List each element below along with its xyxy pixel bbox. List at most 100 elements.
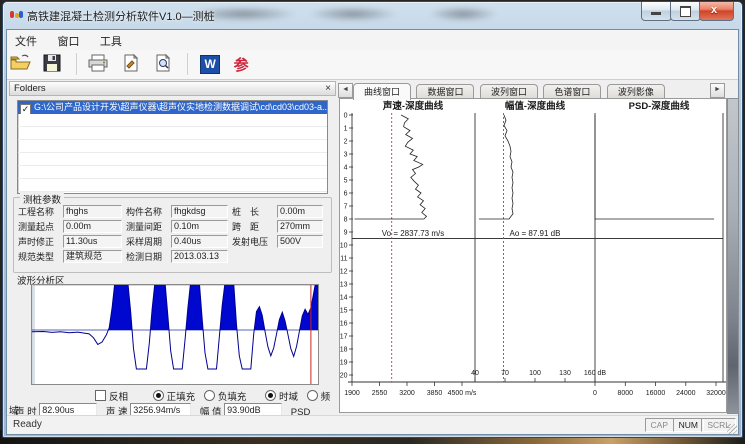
svg-text:17: 17 <box>340 334 348 341</box>
svg-text:4: 4 <box>344 165 348 172</box>
minimize-button[interactable] <box>641 2 672 21</box>
maximize-button[interactable] <box>670 2 701 21</box>
param-value[interactable]: 0.00m <box>63 220 122 233</box>
fill-negative-label: 负填充 <box>218 392 247 403</box>
page-tool-icon <box>119 52 143 74</box>
checked-checkbox-icon[interactable]: ✓ <box>20 104 31 114</box>
menu-tools[interactable]: 工具 <box>92 30 130 49</box>
param-label: 构件名称 <box>126 205 171 218</box>
save-button[interactable] <box>40 52 66 76</box>
folders-listbox[interactable]: ✓G:\公司产品设计开发\超声仪器\超声仪实地检测数据调试\cd\cd03\cd… <box>17 100 328 194</box>
param-label: 声时修正 <box>18 235 63 248</box>
tab-curve-window[interactable]: 曲线窗口 <box>353 83 411 100</box>
svg-text:9: 9 <box>344 230 348 237</box>
vertical-scrollbar[interactable] <box>727 98 739 414</box>
svg-text:24000: 24000 <box>676 390 696 397</box>
save-floppy-icon <box>40 52 64 74</box>
client-area: 文件 窗口 工具 <box>6 29 739 435</box>
waveform-plot[interactable] <box>31 284 319 385</box>
invert-checkbox[interactable]: 反相 <box>95 392 128 403</box>
svg-text:11: 11 <box>340 256 347 263</box>
svg-text:12: 12 <box>340 269 348 276</box>
menu-file[interactable]: 文件 <box>7 30 45 49</box>
svg-text:14: 14 <box>340 295 348 302</box>
left-panel: Folders × ✓G:\公司产品设计开发\超声仪器\超声仪实地检测数据调试\… <box>9 81 336 415</box>
tab-scroll-left-icon[interactable]: ◄ <box>338 83 353 98</box>
param-value[interactable]: 11.30us <box>63 235 122 248</box>
menu-bar: 文件 窗口 工具 <box>7 30 738 51</box>
param-label: 跨 距 <box>232 220 277 233</box>
param-value[interactable]: 0.40us <box>171 235 228 248</box>
svg-text:0: 0 <box>593 390 597 397</box>
invert-label: 反相 <box>109 392 128 403</box>
word-icon: W <box>200 55 220 74</box>
param-value[interactable]: 建筑规范 <box>63 250 122 263</box>
svg-text:声速-深度曲线: 声速-深度曲线 <box>382 100 444 112</box>
app-window: 高铁建混凝土检测分析软件V1.0—测桩 x 文件 窗口 工具 <box>2 1 743 438</box>
empty-list-row <box>18 127 327 140</box>
status-caps-indicator: CAP <box>645 418 674 432</box>
svg-text:0: 0 <box>344 113 348 120</box>
toolbar-separator <box>187 53 188 75</box>
radio-selected-icon <box>153 390 164 401</box>
export-word-button[interactable]: W <box>197 52 223 76</box>
folders-panel-header[interactable]: Folders × <box>9 81 336 96</box>
tab-scroll-right-icon[interactable]: ► <box>710 83 725 98</box>
print-preview-button[interactable] <box>151 52 177 76</box>
svg-text:16000: 16000 <box>646 390 666 397</box>
svg-text:Vo = 2837.73 m/s: Vo = 2837.73 m/s <box>382 229 445 238</box>
depth-curves-canvas[interactable]: 声速-深度曲线幅值-深度曲线PSD-深度曲线012345678910111213… <box>339 98 727 413</box>
app-icon <box>10 9 24 21</box>
svg-text:18: 18 <box>340 347 348 354</box>
tab-strip: 曲线窗口 数据窗口 波列窗口 色谱窗口 波列影像 <box>353 81 666 98</box>
param-label: 采样周期 <box>126 235 171 248</box>
print-setup-button[interactable] <box>119 52 145 76</box>
close-button[interactable]: x <box>699 2 734 21</box>
status-bar: Ready CAP NUM SCRL <box>7 415 738 434</box>
tab-data-window[interactable]: 数据窗口 <box>416 84 474 99</box>
menu-window[interactable]: 窗口 <box>49 30 87 49</box>
param-value[interactable]: fhghs <box>63 205 122 218</box>
window-title: 高铁建混凝土检测分析软件V1.0—测桩 <box>27 8 215 24</box>
radio-selected-icon <box>265 390 276 401</box>
svg-text:2: 2 <box>344 139 348 146</box>
param-label: 规范类型 <box>18 250 63 263</box>
pile-params-groupbox: 测桩参数 工程名称fhghs 构件名称fhgkdsg 桩 长0.00m 测量起点… <box>13 197 332 273</box>
radio-icon <box>204 390 215 401</box>
fill-positive-radio[interactable]: 正填充 <box>153 392 196 403</box>
param-value[interactable]: 0.10m <box>171 220 228 233</box>
empty-list-row <box>18 114 327 127</box>
status-ready-text: Ready <box>13 419 42 430</box>
title-bar[interactable]: 高铁建混凝土检测分析软件V1.0—测桩 x <box>3 2 742 29</box>
svg-text:2550: 2550 <box>372 390 388 397</box>
svg-text:8000: 8000 <box>618 390 634 397</box>
param-char-icon: 参 <box>234 54 249 75</box>
fill-negative-radio[interactable]: 负填充 <box>204 392 247 403</box>
tab-wavetrain-window[interactable]: 波列窗口 <box>480 84 538 99</box>
svg-text:130: 130 <box>559 370 571 377</box>
status-num-indicator: NUM <box>673 418 704 432</box>
open-file-button[interactable] <box>8 52 34 76</box>
param-label: 测量间距 <box>126 220 171 233</box>
param-value[interactable]: 2013.03.13 <box>171 250 228 263</box>
folder-list-item[interactable]: ✓G:\公司产品设计开发\超声仪器\超声仪实地检测数据调试\cd\cd03\cd… <box>18 101 327 114</box>
print-preview-icon <box>151 52 175 74</box>
svg-text:70: 70 <box>501 370 509 377</box>
tab-spectrum-window[interactable]: 色谱窗口 <box>543 84 601 99</box>
svg-text:7: 7 <box>344 204 348 211</box>
folders-close-icon[interactable]: × <box>325 83 331 95</box>
tab-wavetrain-image[interactable]: 波列影像 <box>607 84 665 99</box>
param-value[interactable]: fhgkdsg <box>171 205 228 218</box>
param-label: 检测日期 <box>126 250 171 263</box>
svg-text:3850: 3850 <box>427 390 443 397</box>
param-value[interactable]: 0.00m <box>277 205 323 218</box>
param-value[interactable]: 270mm <box>277 220 323 233</box>
time-domain-radio[interactable]: 时域 <box>265 392 298 403</box>
param-label: 工程名称 <box>18 205 63 218</box>
print-button[interactable] <box>86 52 112 76</box>
parameters-button[interactable]: 参 <box>230 52 256 76</box>
svg-text:3: 3 <box>344 152 348 159</box>
param-value[interactable]: 500V <box>277 235 323 248</box>
resize-grip[interactable] <box>727 424 737 434</box>
radio-icon <box>307 390 318 401</box>
